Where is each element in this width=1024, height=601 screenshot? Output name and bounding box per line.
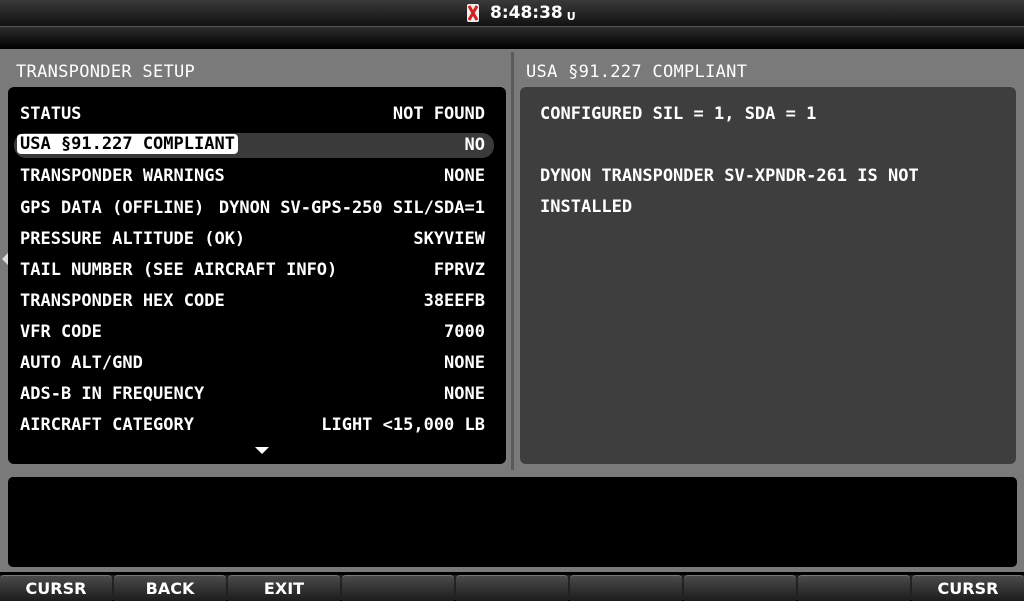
setting-label: TRANSPONDER HEX CODE: [20, 291, 225, 311]
setting-value: NO: [464, 135, 485, 155]
clock-unit: U: [566, 9, 576, 23]
setting-label: AIRCRAFT CATEGORY: [20, 415, 194, 435]
setting-row-tail-number[interactable]: TAIL NUMBER (SEE AIRCRAFT INFO) FPRVZ: [14, 258, 494, 283]
softkey-8[interactable]: [798, 575, 910, 601]
detail-line-transponder: DYNON TRANSPONDER SV-XPNDR-261 IS NOT: [540, 166, 919, 186]
setting-value: NOT FOUND: [392, 104, 485, 124]
setting-row-compliant[interactable]: USA §91.227 COMPLIANT NO: [14, 133, 494, 158]
setting-value: NONE: [444, 166, 485, 186]
setting-value: NONE: [444, 353, 485, 373]
detail-line-installed: INSTALLED: [540, 197, 633, 217]
softkey-back[interactable]: BACK: [114, 575, 226, 601]
softkey-5[interactable]: [456, 575, 568, 601]
setting-row-gps-data[interactable]: GPS DATA (OFFLINE) DYNON SV-GPS-250 SIL/…: [14, 196, 494, 221]
clock: 8:48:38 U: [466, 2, 576, 24]
setting-label: ADS-B IN FREQUENCY: [20, 384, 205, 404]
setting-label: AUTO ALT/GND: [20, 353, 143, 373]
alert-x-icon: [467, 4, 479, 22]
setting-value: DYNON SV-GPS-250 SIL/SDA=1: [218, 198, 485, 218]
setting-row-hex-code[interactable]: TRANSPONDER HEX CODE 38EEFB: [14, 289, 494, 314]
softkey-7[interactable]: [684, 575, 796, 601]
right-panel-title: USA §91.227 COMPLIANT: [526, 62, 748, 82]
setting-row-status[interactable]: STATUS NOT FOUND: [14, 102, 494, 127]
left-panel-title: TRANSPONDER SETUP: [16, 62, 196, 82]
setting-label: USA §91.227 COMPLIANT: [17, 134, 238, 154]
softkey-exit[interactable]: EXIT: [228, 575, 340, 601]
setting-label: PRESSURE ALTITUDE (OK): [20, 229, 246, 249]
setting-label: GPS DATA (OFFLINE): [20, 198, 205, 218]
setting-row-vfr-code[interactable]: VFR CODE 7000: [14, 320, 494, 345]
setting-value: 38EEFB: [423, 291, 485, 311]
setting-row-warnings[interactable]: TRANSPONDER WARNINGS NONE: [14, 164, 494, 189]
softkey-4[interactable]: [342, 575, 454, 601]
setting-label: TAIL NUMBER (SEE AIRCRAFT INFO): [20, 260, 338, 280]
setting-row-aircraft-category[interactable]: AIRCRAFT CATEGORY LIGHT <15,000 LB: [14, 413, 494, 438]
softkey-6[interactable]: [570, 575, 682, 601]
scroll-down-icon[interactable]: [255, 447, 269, 454]
setting-value: SKYVIEW: [413, 229, 485, 249]
setting-value: NONE: [444, 384, 485, 404]
setting-label: VFR CODE: [20, 322, 102, 342]
setting-row-auto-alt-gnd[interactable]: AUTO ALT/GND NONE: [14, 351, 494, 376]
setting-label: STATUS: [20, 104, 82, 124]
setting-row-adsb-frequency[interactable]: ADS-B IN FREQUENCY NONE: [14, 382, 494, 407]
softkey-cursr-left[interactable]: CURSR: [0, 575, 112, 601]
message-area: [8, 477, 1017, 567]
setting-value: LIGHT <15,000 LB: [321, 415, 485, 435]
softkey-cursr-right[interactable]: CURSR: [912, 575, 1024, 601]
setting-value: FPRVZ: [433, 260, 485, 280]
setting-label: TRANSPONDER WARNINGS: [20, 166, 225, 186]
sub-bar: [0, 26, 1024, 49]
detail-line-sil-sda: CONFIGURED SIL = 1, SDA = 1: [540, 104, 817, 124]
setting-value: 7000: [444, 322, 485, 342]
panel-divider: [511, 52, 514, 470]
clock-time: 8:48:38: [490, 3, 563, 23]
softkey-bar: CURSR BACK EXIT CURSR: [0, 575, 1024, 601]
compliance-detail-panel: [520, 87, 1016, 464]
setting-row-pressure-altitude[interactable]: PRESSURE ALTITUDE (OK) SKYVIEW: [14, 227, 494, 252]
